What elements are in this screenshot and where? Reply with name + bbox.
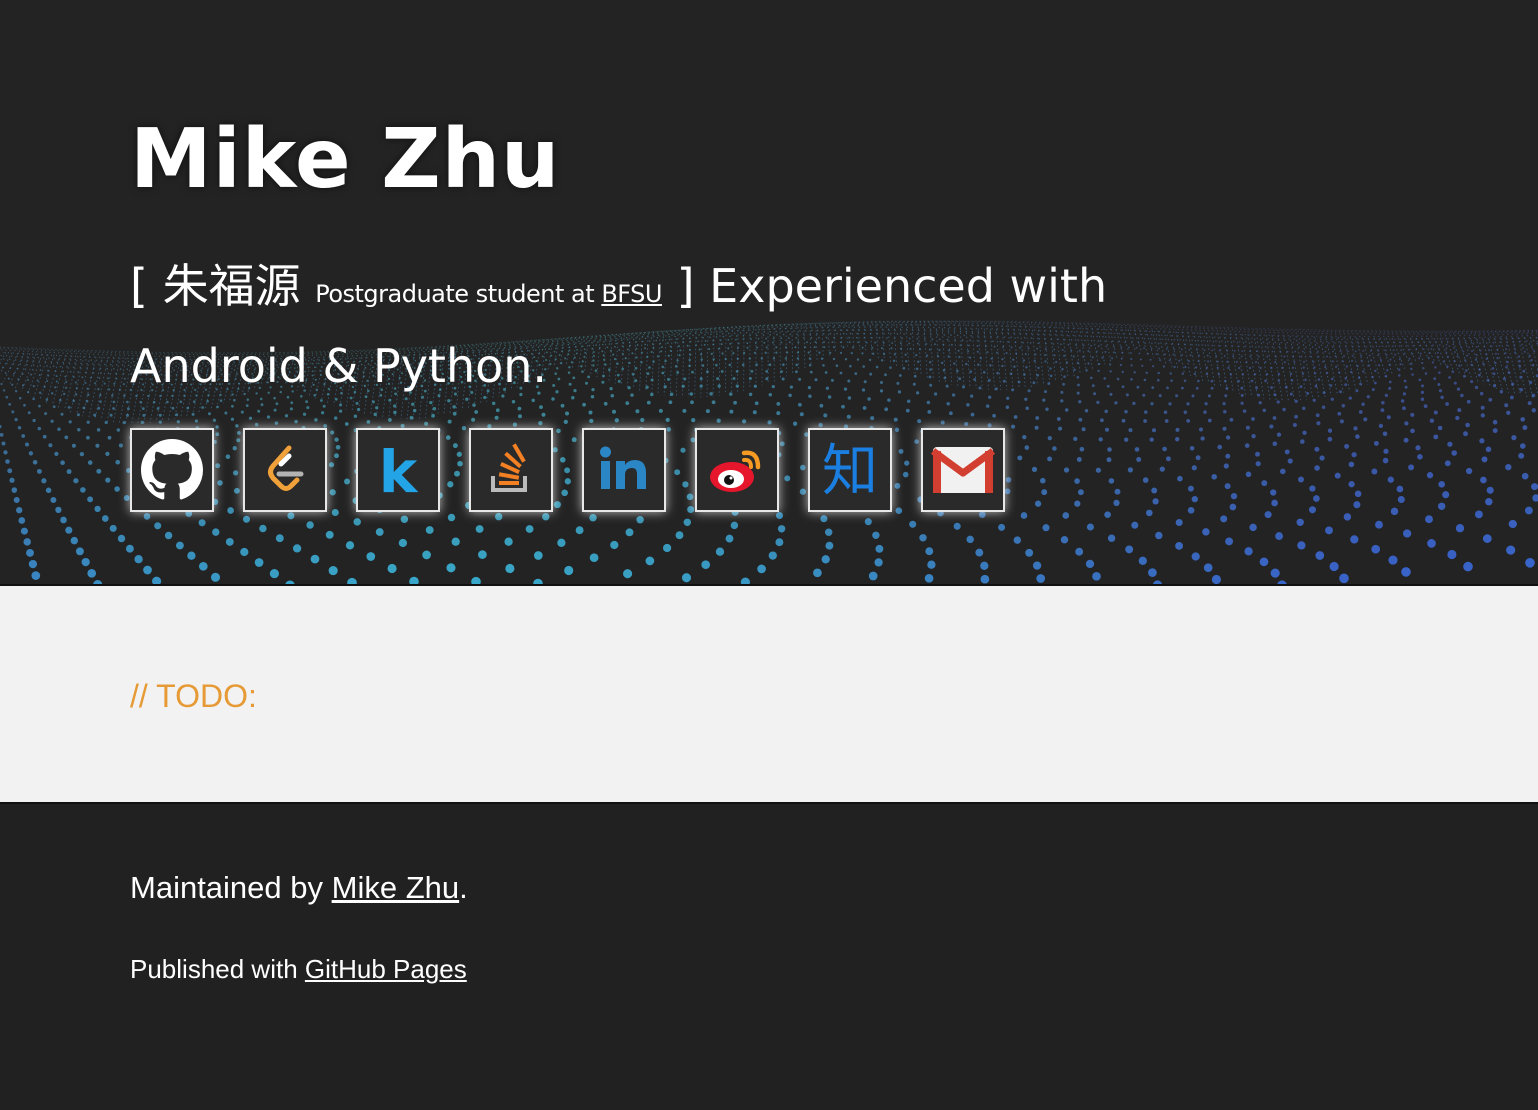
kaggle-link[interactable]: k	[356, 428, 440, 512]
svg-text:k: k	[379, 440, 419, 500]
github-icon	[141, 439, 203, 500]
github-pages-link[interactable]: GitHub Pages	[305, 954, 467, 984]
gmail-icon	[930, 447, 996, 493]
weibo-link[interactable]	[695, 428, 779, 512]
site-footer: Maintained by Mike Zhu. Published with G…	[0, 804, 1538, 1108]
linkedin-link[interactable]	[582, 428, 666, 512]
site-title: Mike Zhu	[130, 112, 561, 207]
role-prefix: Postgraduate student at	[315, 280, 602, 308]
linkedin-icon	[600, 446, 646, 489]
leetcode-link[interactable]	[243, 428, 327, 512]
header-content: Mike Zhu [ 朱福源 Postgraduate student at B…	[130, 110, 1330, 402]
zhihu-link[interactable]: 知	[808, 428, 892, 512]
leetcode-icon	[268, 445, 304, 491]
maintained-prefix: Maintained by	[130, 870, 332, 905]
tagline: [ 朱福源 Postgraduate student at BFSU ] Exp…	[130, 250, 1290, 402]
zhihu-icon: 知	[822, 439, 878, 503]
github-link[interactable]	[130, 428, 214, 512]
zhihu-glyph: 知	[822, 439, 878, 503]
todo-text: // TODO:	[130, 678, 257, 714]
stackoverflow-link[interactable]	[469, 428, 553, 512]
maintained-line: Maintained by Mike Zhu.	[130, 870, 468, 906]
tagline-close: ]	[661, 259, 695, 313]
school-link[interactable]: BFSU	[601, 280, 662, 308]
stackoverflow-icon	[491, 443, 527, 492]
published-prefix: Published with	[130, 954, 305, 984]
gmail-link[interactable]	[921, 428, 1005, 512]
kaggle-icon: k	[379, 440, 419, 500]
chinese-name: 朱福源	[162, 259, 301, 313]
published-line: Published with GitHub Pages	[130, 954, 467, 985]
site-header: Mike Zhu [ 朱福源 Postgraduate student at B…	[0, 0, 1538, 586]
author-link[interactable]: Mike Zhu	[332, 870, 459, 905]
maintained-suffix: .	[459, 870, 468, 905]
weibo-icon	[710, 450, 761, 492]
social-links: k 知	[130, 428, 1034, 512]
tagline-open: [	[130, 259, 163, 313]
main-content: // TODO:	[0, 586, 1538, 804]
